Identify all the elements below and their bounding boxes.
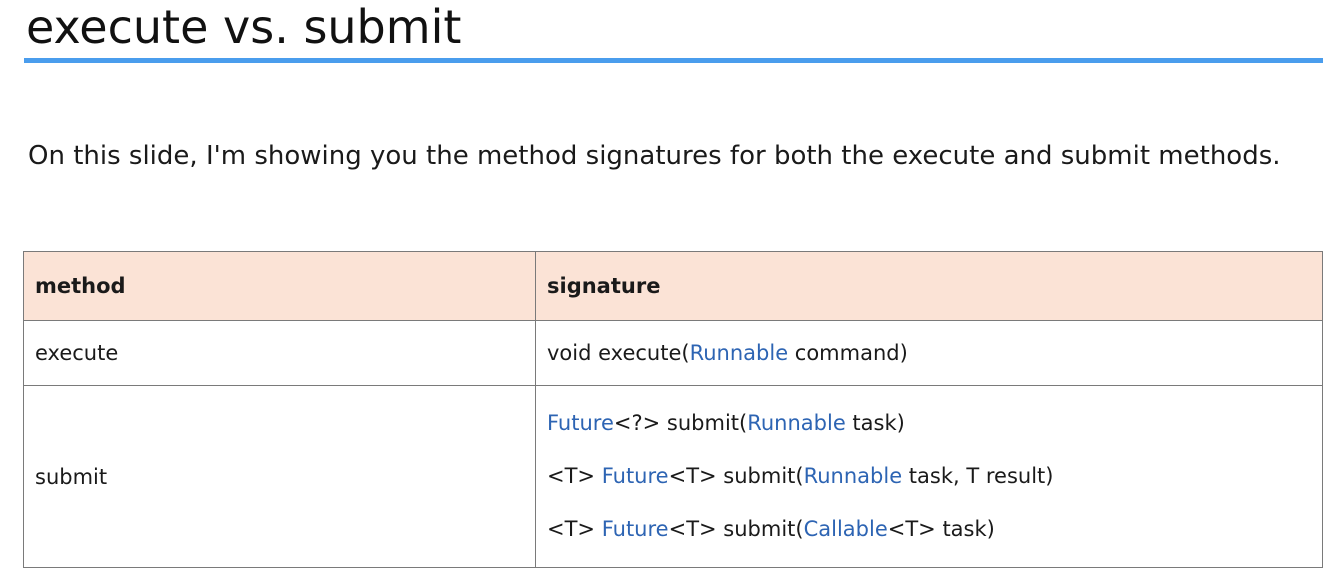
signature-text: task, T result) (902, 464, 1054, 488)
method-cell: execute (23, 320, 536, 386)
signature-text: <T> submit( (668, 464, 804, 488)
table-row-execute: execute void execute(Runnable command) (23, 320, 1323, 386)
signature-line: Future<?> submit(Runnable task) (547, 410, 1311, 437)
header-method: method (23, 251, 536, 321)
signature-cell: void execute(Runnable command) (535, 320, 1323, 386)
signature-text: command) (788, 340, 908, 365)
signature-text: <T> task) (887, 517, 995, 541)
slide-title: execute vs. submit (26, 0, 462, 54)
type-name: Callable (803, 517, 888, 541)
table-row-submit: submit Future<?> submit(Runnable task) <… (23, 385, 1323, 568)
method-cell: submit (23, 385, 536, 568)
title-underline (24, 58, 1323, 63)
intro-paragraph: On this slide, I'm showing you the metho… (28, 141, 1281, 171)
signature-text: <T> (547, 517, 602, 541)
signature-text: <T> submit( (668, 517, 804, 541)
method-signature-table: method signature execute void execute(Ru… (23, 251, 1323, 568)
signature-line: <T> Future<T> submit(Runnable task, T re… (547, 463, 1311, 490)
type-name: Future (547, 411, 614, 435)
type-name: Future (601, 464, 669, 488)
type-name: Runnable (803, 464, 903, 488)
signature-text: void execute( (547, 340, 690, 365)
signature-cell: Future<?> submit(Runnable task) <T> Futu… (535, 385, 1323, 568)
type-name: Runnable (689, 340, 789, 365)
header-signature: signature (535, 251, 1323, 321)
signature-text: <T> (547, 464, 602, 488)
type-name: Runnable (747, 411, 846, 435)
table-header-row: method signature (23, 251, 1323, 321)
signature-line: void execute(Runnable command) (547, 340, 1311, 367)
type-name: Future (601, 517, 669, 541)
signature-line: <T> Future<T> submit(Callable<T> task) (547, 516, 1311, 543)
signature-text: <?> submit( (613, 411, 748, 435)
signature-text: task) (845, 411, 905, 435)
